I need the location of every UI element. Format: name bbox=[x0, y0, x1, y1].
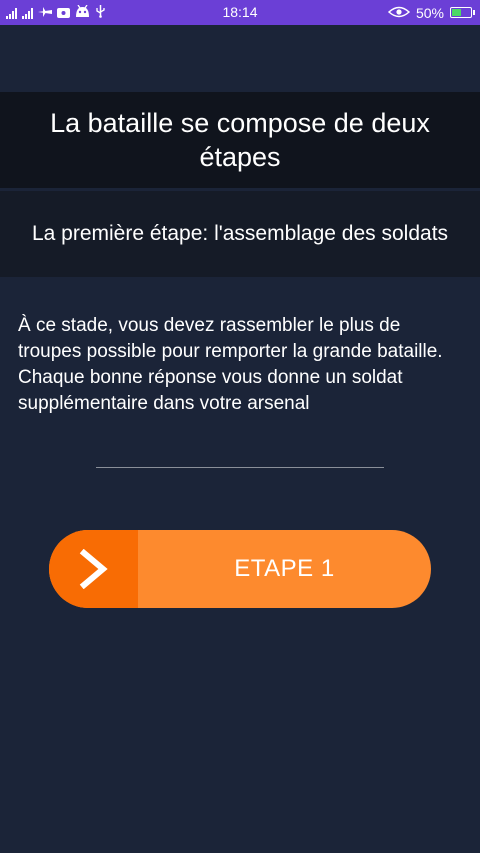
page-subtitle: La première étape: l'assemblage des sold… bbox=[31, 222, 449, 245]
step-1-button[interactable]: ETAPE 1 bbox=[49, 530, 431, 608]
battery-fill bbox=[452, 9, 461, 16]
divider bbox=[96, 467, 384, 468]
description: À ce stade, vous devez rassembler le plu… bbox=[18, 313, 463, 417]
step-button-label: ETAPE 1 bbox=[234, 555, 335, 582]
status-bar: 18:14 50% bbox=[0, 0, 480, 25]
description-paragraph: Chaque bonne réponse vous donne un solda… bbox=[18, 367, 403, 414]
chevron-right-icon bbox=[79, 549, 108, 589]
subtitle-band: La première étape: l'assemblage des sold… bbox=[0, 191, 480, 277]
status-icons-right: 50% bbox=[387, 0, 475, 25]
eye-icon bbox=[387, 5, 411, 21]
step-button-arrow-cap bbox=[49, 530, 138, 608]
battery-icon bbox=[450, 7, 475, 18]
title-band: La bataille se compose de deux étapes bbox=[0, 92, 480, 188]
screen: 18:14 50% La bataille se compose de deux… bbox=[0, 0, 480, 853]
battery-percent: 50% bbox=[415, 4, 444, 21]
description-paragraph: À ce stade, vous devez rassembler le plu… bbox=[18, 315, 443, 362]
page-title: La bataille se compose de deux étapes bbox=[50, 108, 430, 172]
